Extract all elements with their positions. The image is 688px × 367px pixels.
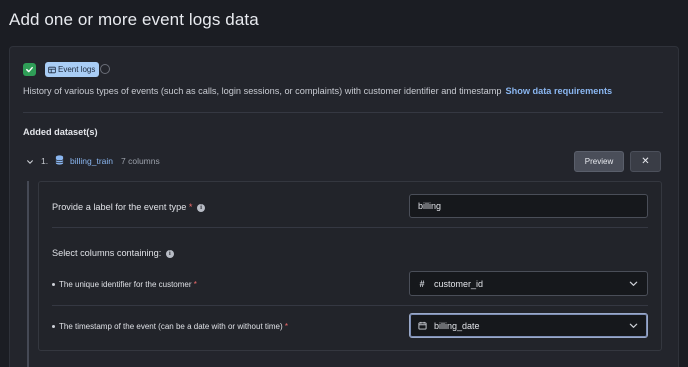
timestamp-label-text: The timestamp of the event (can be a dat…	[59, 322, 283, 331]
dataset-column-count: 7 columns	[121, 156, 160, 166]
bullet	[52, 325, 55, 329]
required-mark: *	[284, 322, 289, 331]
timestamp-label: The timestamp of the event (can be a dat…	[52, 322, 288, 331]
timestamp-select[interactable]: billing_date	[409, 313, 648, 338]
event-type-input[interactable]: billing	[409, 194, 648, 218]
event-logs-chip[interactable]: Event logs	[45, 62, 100, 77]
info-icon[interactable]: i	[165, 249, 174, 258]
calendar-icon	[417, 321, 427, 331]
event-logs-chip-label: Event logs	[58, 65, 96, 74]
select-columns-label: Select columns containing: i	[52, 248, 174, 258]
info-icon[interactable]: i	[197, 203, 206, 212]
preview-button[interactable]: Preview	[574, 151, 624, 172]
event-type-label: Provide a label for the event type * i	[52, 202, 206, 212]
required-mark: *	[193, 280, 197, 289]
customer-id-select-value: customer_id	[434, 278, 484, 289]
required-mark: *	[188, 202, 193, 212]
added-datasets-title: Added dataset(s)	[23, 127, 98, 137]
timestamp-select-value: billing_date	[434, 320, 480, 331]
dataset-config-card: Provide a label for the event type * i b…	[38, 181, 662, 351]
customer-id-select[interactable]: # customer_id	[409, 271, 648, 296]
chevron-down-icon	[629, 281, 638, 286]
remove-dataset-button[interactable]: ✕	[630, 151, 661, 172]
bullet	[52, 283, 55, 287]
page-title: Add one or more event logs data	[9, 10, 259, 29]
divider	[52, 227, 648, 228]
chevron-down-icon[interactable]	[26, 158, 34, 166]
show-data-requirements-link[interactable]: Show data requirements	[505, 86, 612, 96]
dataset-index: 1.	[41, 156, 49, 166]
event-logs-panel: Event logs History of various types of e…	[9, 46, 679, 367]
hash-icon: #	[419, 278, 425, 289]
customer-id-label: The unique identifier for the customer *	[52, 280, 197, 289]
select-columns-label-text: Select columns containing:	[52, 248, 162, 258]
dataset-name-link[interactable]: billing_train	[70, 156, 113, 166]
divider	[52, 305, 648, 306]
dataset-rail	[27, 181, 29, 367]
description-text: History of various types of events (such…	[23, 86, 502, 96]
database-icon	[55, 155, 64, 165]
chevron-down-icon	[629, 323, 638, 328]
customer-id-label-text: The unique identifier for the customer	[59, 280, 192, 289]
divider	[23, 112, 663, 113]
event-type-label-text: Provide a label for the event type	[52, 202, 187, 212]
description: History of various types of events (such…	[23, 86, 612, 96]
table-icon	[48, 66, 56, 73]
check-icon	[23, 63, 36, 76]
step-dot-icon[interactable]	[100, 64, 110, 74]
